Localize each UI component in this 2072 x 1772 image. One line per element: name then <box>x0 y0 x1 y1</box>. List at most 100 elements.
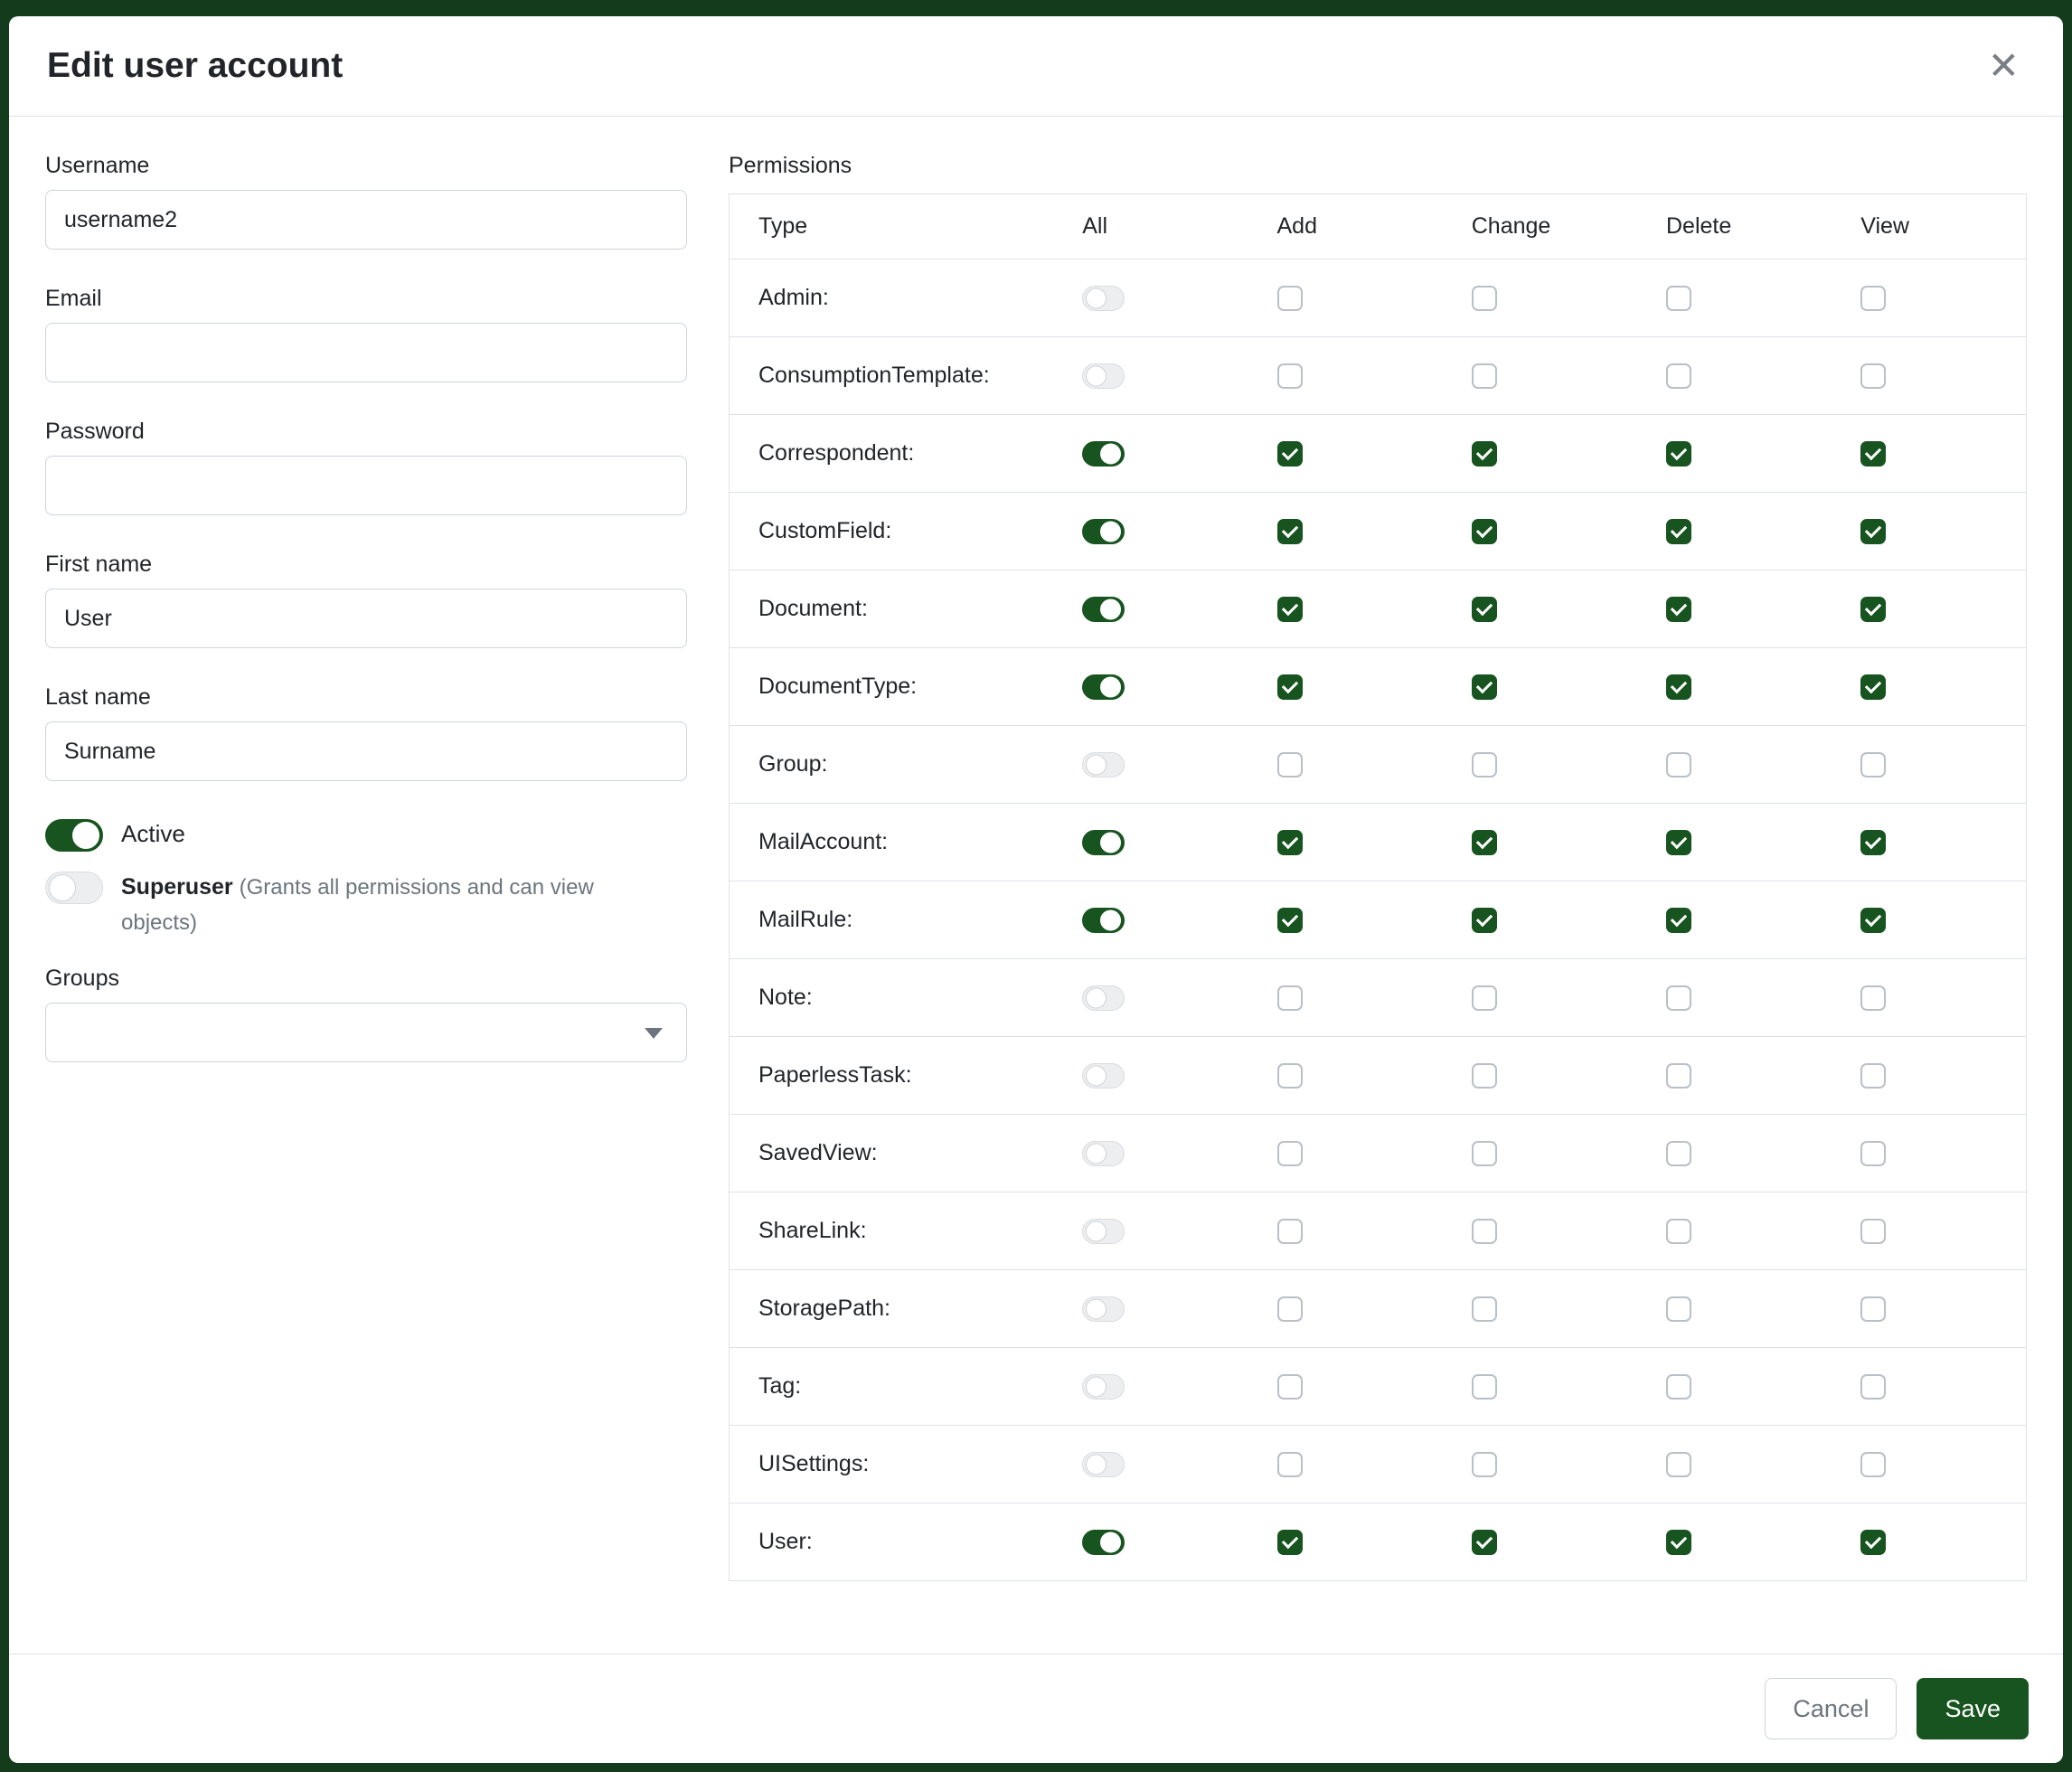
permission-view-checkbox[interactable] <box>1860 1452 1886 1477</box>
permission-all-toggle[interactable] <box>1082 1219 1125 1244</box>
permission-view-checkbox[interactable] <box>1860 1296 1886 1322</box>
permission-view-checkbox[interactable] <box>1860 1063 1886 1089</box>
permission-view-checkbox[interactable] <box>1860 1374 1886 1400</box>
email-group: Email <box>45 286 687 382</box>
username-input[interactable] <box>45 190 687 250</box>
permission-all-toggle[interactable] <box>1082 286 1125 311</box>
permission-view-checkbox[interactable] <box>1860 908 1886 933</box>
permission-view-checkbox[interactable] <box>1860 1219 1886 1244</box>
cancel-button[interactable]: Cancel <box>1765 1678 1897 1739</box>
permission-change-checkbox[interactable] <box>1472 752 1497 778</box>
permission-delete-checkbox[interactable] <box>1666 1296 1691 1322</box>
permission-all-toggle[interactable] <box>1082 1063 1125 1089</box>
permission-delete-checkbox[interactable] <box>1666 752 1691 778</box>
active-toggle[interactable] <box>45 819 103 852</box>
permission-delete-checkbox[interactable] <box>1666 674 1691 700</box>
permission-add-checkbox[interactable] <box>1277 286 1303 311</box>
permission-change-checkbox[interactable] <box>1472 830 1497 855</box>
permission-all-toggle[interactable] <box>1082 1141 1125 1166</box>
permission-all-toggle[interactable] <box>1082 1530 1125 1555</box>
permission-delete-checkbox[interactable] <box>1666 1219 1691 1244</box>
permission-add-checkbox[interactable] <box>1277 441 1303 467</box>
permission-change-checkbox[interactable] <box>1472 1296 1497 1322</box>
groups-select[interactable] <box>45 1003 687 1062</box>
permission-view-checkbox[interactable] <box>1860 519 1886 544</box>
permission-all-toggle[interactable] <box>1082 752 1125 778</box>
permission-change-checkbox[interactable] <box>1472 519 1497 544</box>
permission-delete-checkbox[interactable] <box>1666 830 1691 855</box>
permission-all-toggle[interactable] <box>1082 674 1125 700</box>
permission-change-checkbox[interactable] <box>1472 1452 1497 1477</box>
permission-add-checkbox[interactable] <box>1277 1374 1303 1400</box>
permission-change-checkbox[interactable] <box>1472 1219 1497 1244</box>
permission-delete-checkbox[interactable] <box>1666 286 1691 311</box>
permission-all-toggle[interactable] <box>1082 1296 1125 1322</box>
permission-change-checkbox[interactable] <box>1472 286 1497 311</box>
permission-change-checkbox[interactable] <box>1472 674 1497 700</box>
permission-all-toggle[interactable] <box>1082 985 1125 1011</box>
permission-view-checkbox[interactable] <box>1860 830 1886 855</box>
permission-add-checkbox[interactable] <box>1277 830 1303 855</box>
permission-view-checkbox[interactable] <box>1860 441 1886 467</box>
permission-all-toggle[interactable] <box>1082 1452 1125 1477</box>
permission-change-checkbox[interactable] <box>1472 363 1497 389</box>
permission-view-checkbox[interactable] <box>1860 1530 1886 1555</box>
permission-change-checkbox[interactable] <box>1472 597 1497 622</box>
save-button[interactable]: Save <box>1917 1678 2029 1739</box>
permission-add-checkbox[interactable] <box>1277 1296 1303 1322</box>
permission-change-checkbox[interactable] <box>1472 441 1497 467</box>
permission-all-toggle[interactable] <box>1082 1374 1125 1400</box>
permission-add-checkbox[interactable] <box>1277 519 1303 544</box>
last-name-field[interactable] <box>45 721 687 781</box>
permission-view-checkbox[interactable] <box>1860 1141 1886 1166</box>
permission-all-toggle[interactable] <box>1082 441 1125 467</box>
permission-add-checkbox[interactable] <box>1277 1452 1303 1477</box>
email-field[interactable] <box>45 323 687 382</box>
permission-all-toggle[interactable] <box>1082 908 1125 933</box>
column-header-change: Change <box>1443 194 1637 259</box>
superuser-toggle[interactable] <box>45 872 103 904</box>
password-field[interactable] <box>45 456 687 515</box>
permission-change-checkbox[interactable] <box>1472 1141 1497 1166</box>
password-label: Password <box>45 419 687 445</box>
permission-delete-checkbox[interactable] <box>1666 1452 1691 1477</box>
permission-delete-checkbox[interactable] <box>1666 1374 1691 1400</box>
permission-view-checkbox[interactable] <box>1860 674 1886 700</box>
permission-add-checkbox[interactable] <box>1277 985 1303 1011</box>
permission-change-checkbox[interactable] <box>1472 1374 1497 1400</box>
permission-change-checkbox[interactable] <box>1472 985 1497 1011</box>
permission-delete-checkbox[interactable] <box>1666 519 1691 544</box>
permission-change-checkbox[interactable] <box>1472 1063 1497 1089</box>
permission-all-toggle[interactable] <box>1082 363 1125 389</box>
permission-add-checkbox[interactable] <box>1277 1141 1303 1166</box>
permission-view-checkbox[interactable] <box>1860 363 1886 389</box>
permission-all-toggle[interactable] <box>1082 597 1125 622</box>
permission-change-checkbox[interactable] <box>1472 1530 1497 1555</box>
first-name-label: First name <box>45 551 687 578</box>
permission-delete-checkbox[interactable] <box>1666 1141 1691 1166</box>
permission-view-checkbox[interactable] <box>1860 597 1886 622</box>
permission-delete-checkbox[interactable] <box>1666 985 1691 1011</box>
permission-delete-checkbox[interactable] <box>1666 363 1691 389</box>
permission-add-checkbox[interactable] <box>1277 1063 1303 1089</box>
permission-add-checkbox[interactable] <box>1277 363 1303 389</box>
permission-all-toggle[interactable] <box>1082 830 1125 855</box>
permission-change-checkbox[interactable] <box>1472 908 1497 933</box>
permission-add-checkbox[interactable] <box>1277 1219 1303 1244</box>
permission-add-checkbox[interactable] <box>1277 674 1303 700</box>
permission-delete-checkbox[interactable] <box>1666 1063 1691 1089</box>
permission-delete-checkbox[interactable] <box>1666 1530 1691 1555</box>
permission-all-toggle[interactable] <box>1082 519 1125 544</box>
permission-delete-checkbox[interactable] <box>1666 908 1691 933</box>
permission-view-checkbox[interactable] <box>1860 985 1886 1011</box>
permission-add-checkbox[interactable] <box>1277 1530 1303 1555</box>
permission-add-checkbox[interactable] <box>1277 752 1303 778</box>
first-name-field[interactable] <box>45 589 687 648</box>
close-icon[interactable]: ✕ <box>1983 47 2025 85</box>
permission-view-checkbox[interactable] <box>1860 752 1886 778</box>
permission-add-checkbox[interactable] <box>1277 908 1303 933</box>
permission-delete-checkbox[interactable] <box>1666 441 1691 467</box>
permission-delete-checkbox[interactable] <box>1666 597 1691 622</box>
permission-add-checkbox[interactable] <box>1277 597 1303 622</box>
permission-view-checkbox[interactable] <box>1860 286 1886 311</box>
